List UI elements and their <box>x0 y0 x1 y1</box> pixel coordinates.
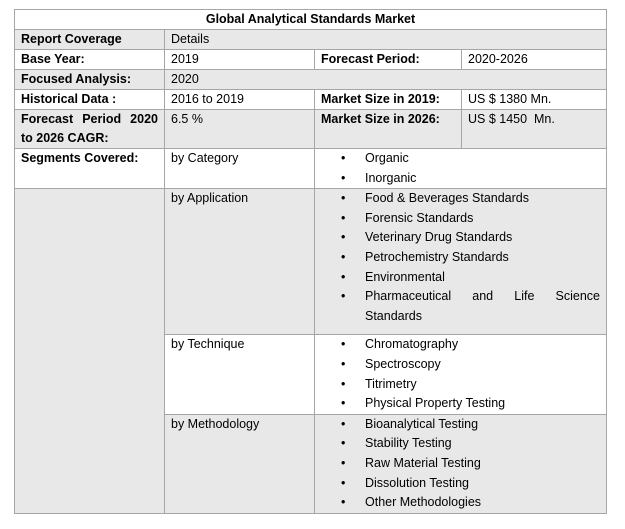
list-item-label: Titrimetry <box>365 376 417 391</box>
bullet-icon: • <box>341 416 346 431</box>
list-item-label: Stability Testing <box>365 436 452 451</box>
list-item-label: Organic <box>365 151 409 165</box>
report-coverage-value: Details <box>163 29 608 50</box>
list-item: • Food & Beverages Standards <box>341 189 600 209</box>
historical-data-label: Historical Data : <box>14 89 165 110</box>
bullet-icon: • <box>341 337 346 352</box>
bullet-icon: • <box>341 269 346 284</box>
list-item: • Stability Testing <box>341 434 600 454</box>
forecast-period-value: 2020-2026 <box>460 49 608 70</box>
list-item: • Bioanalytical Testing <box>341 415 600 435</box>
segment-items: • Bioanalytical Testing • Stability Testin… <box>313 413 608 514</box>
bullet-icon: • <box>341 455 346 470</box>
list-item-label: Spectroscopy <box>365 356 441 371</box>
list-item-label: Veterinary Drug Standards <box>365 230 513 245</box>
market-size-2026-value: US $ 1450 Mn. <box>460 109 608 149</box>
list-item-label: Standards <box>365 308 422 323</box>
list-item-label: Physical Property Testing <box>365 396 506 411</box>
bullet-icon: • <box>341 356 346 371</box>
list-item: • Spectroscopy <box>341 355 600 375</box>
list-item-continuation: Standards <box>341 307 600 327</box>
bullet-icon: • <box>341 289 346 304</box>
segment-items: • Chromatography • Spectroscopy • Titrimetr… <box>313 334 608 415</box>
base-year-value: 2019 <box>164 49 315 70</box>
bullet-icon: • <box>341 475 346 490</box>
bullet-icon: • <box>341 396 346 411</box>
list-item: • Organic <box>341 149 600 169</box>
list-item: • Dissolution Testing <box>341 474 600 494</box>
segments-spacer <box>14 188 165 514</box>
cagr-label-line1: Forecast Period 2020 <box>21 112 158 126</box>
bullet-icon: • <box>341 230 346 245</box>
bullet-icon: • <box>341 436 346 451</box>
list-item-label: Forensic Standards <box>365 210 474 225</box>
forecast-period-label: Forecast Period: <box>314 49 462 70</box>
base-year-label: Base Year: <box>14 49 165 70</box>
bullet-icon: • <box>341 376 346 391</box>
segment-items: • Food & Beverages Standards • Forensic St… <box>313 188 608 336</box>
list-item-label: Food & Beverages Standards <box>365 191 529 206</box>
list-item-label: Bioanalytical Testing <box>365 416 479 431</box>
list-item-label: Chromatography <box>365 337 459 352</box>
segment-name: by Application <box>164 188 315 336</box>
bullet-icon: • <box>341 151 346 165</box>
list-item: • Titrimetry <box>341 375 600 395</box>
bullet-icon: • <box>341 495 346 510</box>
table-title: Global Analytical Standards Market <box>13 9 608 30</box>
list-item-label: Raw Material Testing <box>365 455 481 470</box>
list-item: • Inorganic <box>341 169 600 189</box>
list-item: • Veterinary Drug Standards <box>341 228 600 248</box>
list-item: • Other Methodologies <box>341 493 600 513</box>
list-item: • Raw Material Testing <box>341 454 600 474</box>
market-size-2019-value: US $ 1380 Mn. <box>460 89 608 110</box>
cagr-label: Forecast Period 2020 to 2026 CAGR: <box>14 109 165 149</box>
list-item-label: Dissolution Testing <box>365 475 469 490</box>
focused-analysis-label: Focused Analysis: <box>14 69 165 90</box>
focused-analysis-value: 2020 <box>163 69 608 90</box>
market-size-2026-label: Market Size in 2026: <box>314 109 462 149</box>
segment-name: by Technique <box>164 334 315 415</box>
list-item: • Forensic Standards <box>341 209 600 229</box>
market-size-2019-label: Market Size in 2019: <box>314 89 462 110</box>
bullet-icon: • <box>341 249 346 264</box>
list-item: • Physical Property Testing <box>341 394 600 414</box>
report-coverage-label: Report Coverage <box>14 29 165 50</box>
segment-name: by Category <box>164 147 315 190</box>
list-item-label: Environmental <box>365 269 445 284</box>
list-item-label: Petrochemistry Standards <box>365 249 509 264</box>
segments-label: Segments Covered: <box>14 147 165 190</box>
list-item-label: Pharmaceutical and Life Science <box>365 289 601 304</box>
list-item: • Pharmaceutical and Life Science <box>341 287 600 307</box>
list-item-label: Other Methodologies <box>365 495 482 510</box>
segment-name: by Methodology <box>164 413 315 514</box>
list-item: • Petrochemistry Standards <box>341 248 600 268</box>
list-item: • Chromatography <box>341 335 600 355</box>
list-item: • Environmental <box>341 268 600 288</box>
bullet-icon: • <box>341 210 346 225</box>
market-table: Global Analytical Standards Market Repor… <box>13 9 608 514</box>
historical-data-value: 2016 to 2019 <box>164 89 315 110</box>
cagr-value: 6.5 % <box>164 109 315 149</box>
cagr-label-line2: to 2026 CAGR: <box>21 131 109 145</box>
segment-items: • Organic • Inorganic <box>313 147 608 190</box>
bullet-icon: • <box>341 191 346 206</box>
bullet-icon: • <box>341 170 346 185</box>
list-item-label: Inorganic <box>365 170 417 185</box>
